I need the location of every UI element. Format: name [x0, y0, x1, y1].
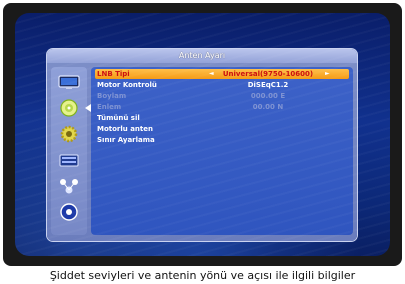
- motorized-antenna-label: Motorlu anten: [97, 125, 153, 133]
- latitude-value: 00.00 N: [252, 103, 284, 111]
- settings-gear-icon[interactable]: [57, 125, 81, 143]
- menu-row-latitude: Enlem 00.00 N: [95, 102, 349, 112]
- menu-row-motorized-antenna[interactable]: Motorlu anten: [95, 124, 349, 134]
- longitude-label: Boylam: [97, 92, 127, 100]
- delete-all-label: Tümünü sil: [97, 114, 140, 122]
- satellite-dish-icon[interactable]: [57, 99, 91, 117]
- menu-icon-sidebar: [51, 67, 91, 235]
- tv-screen: Anten Ayarı LNB Tipi ◄ Universal(9750-10…: [15, 13, 390, 256]
- menu-row-delete-all[interactable]: Tümünü sil: [95, 113, 349, 123]
- page-caption: Şiddet seviyleri ve antenin yönü ve açıs…: [49, 269, 356, 282]
- latitude-label: Enlem: [97, 103, 122, 111]
- motor-control-value: DiSEqC1.2: [247, 81, 289, 89]
- network-icon[interactable]: [57, 177, 81, 195]
- info-icon[interactable]: [57, 203, 81, 221]
- tv-frame: Anten Ayarı LNB Tipi ◄ Universal(9750-10…: [3, 3, 402, 266]
- longitude-value: 000.00 E: [250, 92, 286, 100]
- right-arrow-icon[interactable]: ►: [325, 69, 330, 79]
- menu-row-limit-setting[interactable]: Sınır Ayarlama: [95, 135, 349, 145]
- panel-title: Anten Ayarı: [47, 49, 357, 63]
- menu-row-longitude: Boylam 000.00 E: [95, 91, 349, 101]
- limit-setting-label: Sınır Ayarlama: [97, 136, 155, 144]
- settings-list: LNB Tipi ◄ Universal(9750-10600) ► Motor…: [91, 67, 353, 235]
- channel-list-icon[interactable]: [57, 151, 81, 169]
- menu-row-lnb-type[interactable]: LNB Tipi ◄ Universal(9750-10600) ►: [95, 69, 349, 79]
- motor-control-label: Motor Kontrolü: [97, 81, 157, 89]
- menu-row-motor-control[interactable]: Motor Kontrolü DiSEqC1.2: [95, 80, 349, 90]
- tv-icon[interactable]: [57, 73, 81, 91]
- lnb-type-label: LNB Tipi: [97, 70, 130, 78]
- antenna-settings-panel: Anten Ayarı LNB Tipi ◄ Universal(9750-10…: [47, 49, 357, 241]
- lnb-type-value: Universal(9750-10600): [222, 70, 314, 78]
